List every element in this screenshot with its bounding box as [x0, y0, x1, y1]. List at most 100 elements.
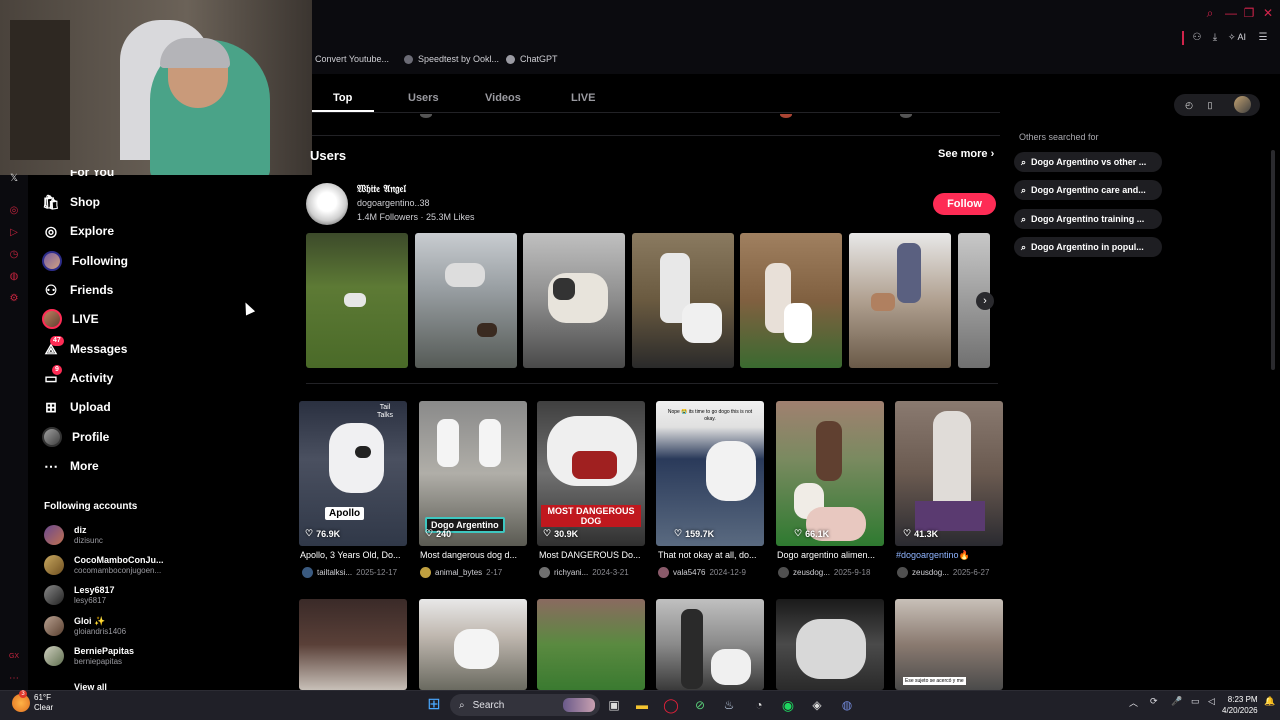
- video-thumb-9[interactable]: [537, 599, 645, 690]
- download-icon[interactable]: ⤓: [1209, 32, 1221, 44]
- discord-icon[interactable]: ◍: [7, 270, 21, 284]
- video-meta[interactable]: tailtalksi... 2025-12-17: [302, 567, 414, 578]
- video-title[interactable]: Most dangerous dog d...: [420, 550, 532, 560]
- sidebar-item-live[interactable]: LIVE: [42, 308, 99, 330]
- task-view-icon[interactable]: ▣: [605, 696, 623, 714]
- sidebar-item-for-you-partial[interactable]: For You: [70, 170, 120, 176]
- tab-users[interactable]: Users: [408, 92, 439, 104]
- file-explorer-icon[interactable]: ▬: [633, 696, 651, 714]
- sidebar-item-shop[interactable]: 🛍 Shop: [42, 191, 100, 213]
- related-search-chip[interactable]: ⌕ Dogo Argentino care and...: [1014, 180, 1162, 200]
- user-video-thumb-6[interactable]: [849, 233, 951, 368]
- weather-widget[interactable]: 61°F Clear: [34, 693, 53, 713]
- view-all-link[interactable]: View all: [74, 683, 107, 690]
- roblox-icon[interactable]: ◈: [808, 696, 826, 714]
- volume-icon[interactable]: ◁: [1208, 696, 1215, 707]
- rail-more-icon[interactable]: ⋯: [7, 672, 21, 686]
- ai-button[interactable]: ✧ AI: [1228, 32, 1246, 43]
- video-thumb-8[interactable]: [419, 599, 527, 690]
- following-account-lesy[interactable]: Lesy6817 lesy6817: [44, 583, 115, 607]
- page-scrollbar[interactable]: [1271, 150, 1275, 370]
- user-avatar[interactable]: [1234, 96, 1251, 113]
- user-video-thumb-3[interactable]: [523, 233, 625, 368]
- sidebar-item-friends[interactable]: ⚇ Friends: [42, 279, 114, 301]
- user-video-thumb-5[interactable]: [740, 233, 842, 368]
- opera-gx-icon[interactable]: ◯: [662, 696, 680, 714]
- account-icon[interactable]: ⚇: [1191, 32, 1203, 44]
- video-title[interactable]: Dogo argentino alimen...: [777, 550, 889, 560]
- following-account-cocomambo[interactable]: CocoMamboConJu... cocomamboconjugoen...: [44, 553, 164, 577]
- steam-icon[interactable]: ♨: [720, 696, 738, 714]
- close-icon[interactable]: ✕: [1261, 6, 1275, 20]
- video-meta[interactable]: vala5476 2024-12-9: [658, 567, 770, 578]
- sidebar-item-messages[interactable]: ⟁ 47 Messages: [42, 336, 127, 360]
- app-icon[interactable]: ◔: [750, 696, 768, 714]
- bookmark-convert-youtube[interactable]: Convert Youtube...: [315, 54, 389, 64]
- restore-icon[interactable]: ❐: [1242, 6, 1256, 20]
- video-thumb-4[interactable]: Nope 😭 its time to go dogo this is not o…: [656, 401, 764, 546]
- minimize-icon[interactable]: —: [1224, 6, 1238, 20]
- user-name[interactable]: 𝔚𝔥𝔦𝔱𝔢 𝔄𝔫𝔤𝔢𝔩: [357, 184, 406, 195]
- following-account-gloi[interactable]: Gloi ✨ gloiandris1406: [44, 614, 126, 638]
- bookmark-chatgpt[interactable]: ChatGPT: [506, 54, 558, 64]
- tab-videos[interactable]: Videos: [485, 92, 521, 104]
- phone-icon[interactable]: ▯: [1204, 99, 1216, 111]
- tab-top[interactable]: Top: [333, 92, 352, 104]
- user-video-thumb-2[interactable]: [415, 233, 517, 368]
- video-thumb-12[interactable]: Ese sujeto se acercó y me: [895, 599, 1003, 690]
- windows-start-icon[interactable]: ⊞: [425, 696, 443, 714]
- tray-app-icon[interactable]: ⟳: [1150, 696, 1158, 707]
- related-search-chip[interactable]: ⌕ Dogo Argentino in popul...: [1014, 237, 1162, 257]
- sidebar-item-profile[interactable]: Profile: [42, 426, 109, 448]
- following-account-berniepapitas[interactable]: BerniePapitas berniepapitas: [44, 644, 134, 668]
- video-thumb-2[interactable]: Dogo Argentino ♡ 240: [419, 401, 527, 546]
- related-search-chip[interactable]: ⌕ Dogo Argentino vs other ...: [1014, 152, 1162, 172]
- search-icon[interactable]: ⌕: [1203, 6, 1217, 20]
- sidebar-item-following[interactable]: Following: [42, 250, 128, 272]
- notification-bell-icon[interactable]: 🔔: [1264, 696, 1275, 707]
- video-title[interactable]: Apollo, 3 Years Old, Do...: [300, 550, 412, 560]
- tab-live[interactable]: LIVE: [571, 92, 595, 104]
- video-title[interactable]: #dogoargentino🔥: [896, 550, 1008, 561]
- video-meta[interactable]: zeusdog... 2025-9-18: [778, 567, 890, 578]
- microphone-icon[interactable]: 🎤: [1171, 696, 1182, 707]
- video-thumb-11[interactable]: [776, 599, 884, 690]
- user-video-thumb-4[interactable]: [632, 233, 734, 368]
- carousel-next-button[interactable]: ›: [976, 292, 994, 310]
- tray-chevron-up-icon[interactable]: ︿: [1129, 696, 1138, 709]
- related-search-chip[interactable]: ⌕ Dogo Argentino training ...: [1014, 209, 1162, 229]
- video-meta[interactable]: richyani... 2024-3-21: [539, 567, 651, 578]
- gx-icon[interactable]: GX: [7, 650, 21, 664]
- sidebar-item-activity[interactable]: ▭ 9 Activity: [42, 365, 113, 389]
- video-meta[interactable]: animal_bytes 2-17: [420, 567, 532, 578]
- discord-icon[interactable]: ◍: [838, 696, 856, 714]
- sidebar-item-more[interactable]: ⋯ More: [42, 455, 99, 477]
- x-icon[interactable]: 𝕏: [7, 172, 21, 186]
- see-more-link[interactable]: See more ›: [938, 148, 994, 160]
- video-thumb-3[interactable]: MOST DANGEROUS DOG ♡ 30.9K: [537, 401, 645, 546]
- history-icon[interactable]: ◷: [7, 248, 21, 262]
- sidebar-item-upload[interactable]: ⊞ Upload: [42, 396, 111, 418]
- menu-icon[interactable]: ☰: [1257, 32, 1269, 44]
- sidebar-item-explore[interactable]: ◎ Explore: [42, 220, 114, 242]
- compass-icon[interactable]: ◴: [1183, 99, 1195, 111]
- bookmark-speedtest[interactable]: Speedtest by Ookl...: [404, 54, 499, 64]
- spotify-icon[interactable]: ◉: [779, 696, 797, 714]
- play-icon[interactable]: ▷: [7, 226, 21, 240]
- video-title[interactable]: That not okay at all, do...: [658, 550, 770, 560]
- taskbar-search[interactable]: ⌕ Search: [450, 694, 600, 716]
- taskbar-clock[interactable]: 8:23 PM 4/20/2026: [1222, 694, 1258, 716]
- following-account-diz[interactable]: diz dizisunc: [44, 523, 103, 547]
- network-icon[interactable]: ▭: [1191, 696, 1200, 707]
- video-thumb-10[interactable]: [656, 599, 764, 690]
- video-meta[interactable]: zeusdog... 2025-6-27: [897, 567, 1009, 578]
- follow-button[interactable]: Follow: [933, 193, 996, 215]
- video-thumb-7[interactable]: [299, 599, 407, 690]
- video-title[interactable]: Most DANGEROUS Do...: [539, 550, 651, 560]
- video-thumb-6[interactable]: ♡ 41.3K: [895, 401, 1003, 546]
- settings-icon[interactable]: ⚙: [7, 292, 21, 306]
- user-avatar-white-angel[interactable]: [306, 183, 348, 225]
- video-thumb-1[interactable]: Tail Talks Apollo ♡ 76.9K: [299, 401, 407, 546]
- video-thumb-5[interactable]: ♡ 66.1K: [776, 401, 884, 546]
- messenger-icon[interactable]: ◎: [7, 204, 21, 218]
